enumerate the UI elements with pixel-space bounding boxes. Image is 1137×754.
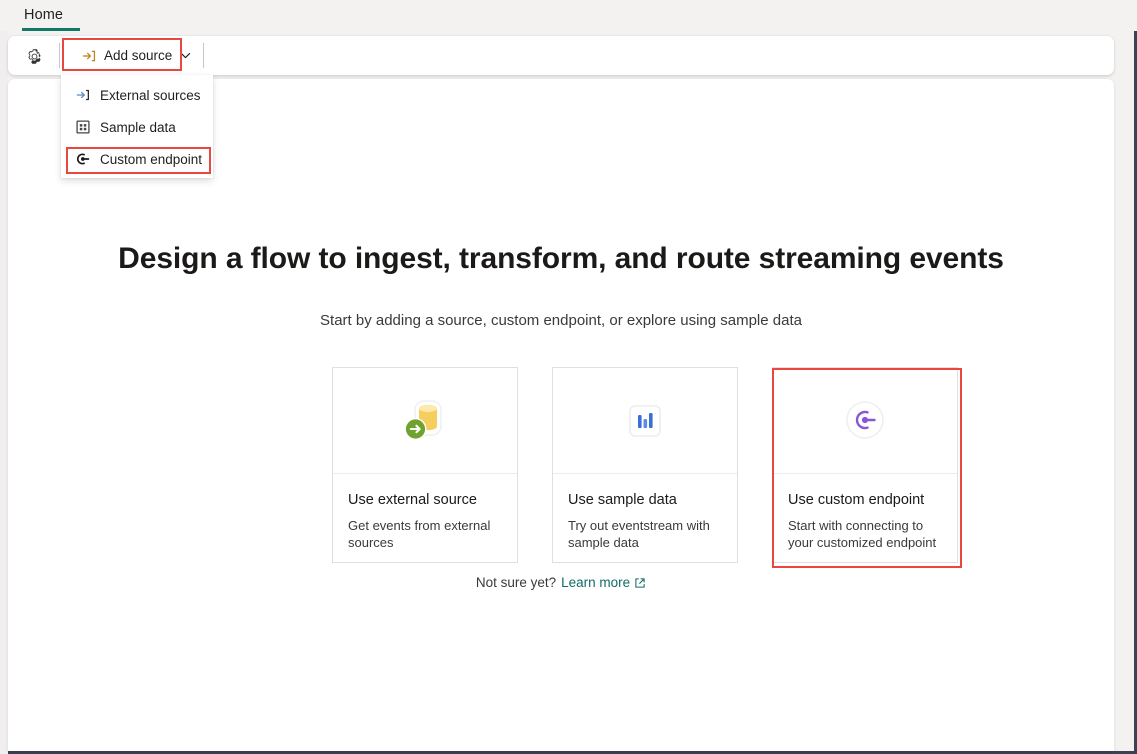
toolbar-divider	[59, 43, 60, 68]
learn-more-row: Not sure yet? Learn more	[8, 575, 1114, 590]
menu-item-label: Custom endpoint	[100, 152, 202, 167]
add-source-menu: External sources Sample data	[61, 75, 213, 178]
left-gutter	[0, 31, 8, 754]
menu-item-label: External sources	[100, 88, 201, 103]
card-use-sample-data[interactable]: Use sample data Try out eventstream with…	[552, 367, 738, 563]
not-sure-label: Not sure yet?	[476, 575, 556, 590]
card-use-external-source[interactable]: Use external source Get events from exte…	[332, 367, 518, 563]
card-body: Use custom endpoint Start with connectin…	[773, 474, 957, 562]
menu-item-custom-endpoint[interactable]: Custom endpoint	[61, 143, 213, 175]
learn-more-label: Learn more	[561, 575, 630, 590]
card-title: Use external source	[348, 492, 502, 508]
card-use-custom-endpoint[interactable]: Use custom endpoint Start with connectin…	[772, 367, 958, 563]
tab-home-label: Home	[24, 7, 63, 23]
app-window: Home Add source Design a flo	[0, 0, 1137, 754]
page-title: Design a flow to ingest, transform, and …	[8, 242, 1114, 276]
card-description: Start with connecting to your customized…	[788, 517, 942, 551]
source-card-list: Use external source Get events from exte…	[332, 367, 978, 563]
custom-endpoint-icon	[838, 394, 892, 448]
toolbar: Add source	[8, 36, 1114, 75]
grid-table-icon	[74, 119, 91, 136]
menu-item-sample-data[interactable]: Sample data	[61, 111, 213, 143]
arrow-into-bracket-icon	[74, 87, 91, 104]
custom-endpoint-icon	[74, 151, 91, 168]
tab-strip: Home	[0, 0, 1137, 31]
card-icon-area	[773, 368, 957, 474]
card-title: Use custom endpoint	[788, 492, 942, 508]
bar-chart-icon	[619, 395, 671, 447]
card-body: Use sample data Try out eventstream with…	[553, 474, 737, 562]
menu-item-external-sources[interactable]: External sources	[61, 79, 213, 111]
main-canvas: Design a flow to ingest, transform, and …	[8, 79, 1114, 751]
card-description: Try out eventstream with sample data	[568, 517, 722, 551]
tab-home[interactable]: Home	[18, 0, 69, 31]
toolbar-divider	[203, 43, 204, 68]
external-link-icon	[634, 577, 646, 589]
menu-item-label: Sample data	[100, 120, 176, 135]
card-title: Use sample data	[568, 492, 722, 508]
card-icon-area	[553, 368, 737, 474]
arrow-into-bracket-icon	[81, 48, 97, 64]
chevron-down-icon	[179, 49, 192, 62]
add-source-button[interactable]: Add source	[74, 41, 200, 70]
gear-icon	[26, 48, 43, 65]
page-subtitle: Start by adding a source, custom endpoin…	[8, 312, 1114, 329]
card-description: Get events from external sources	[348, 517, 502, 551]
database-with-arrow-icon	[398, 394, 452, 448]
add-source-label: Add source	[104, 48, 172, 63]
card-body: Use external source Get events from exte…	[333, 474, 517, 562]
card-icon-area	[333, 368, 517, 474]
settings-button[interactable]	[21, 44, 47, 68]
learn-more-link[interactable]: Learn more	[561, 575, 646, 590]
tab-active-indicator	[22, 28, 80, 31]
